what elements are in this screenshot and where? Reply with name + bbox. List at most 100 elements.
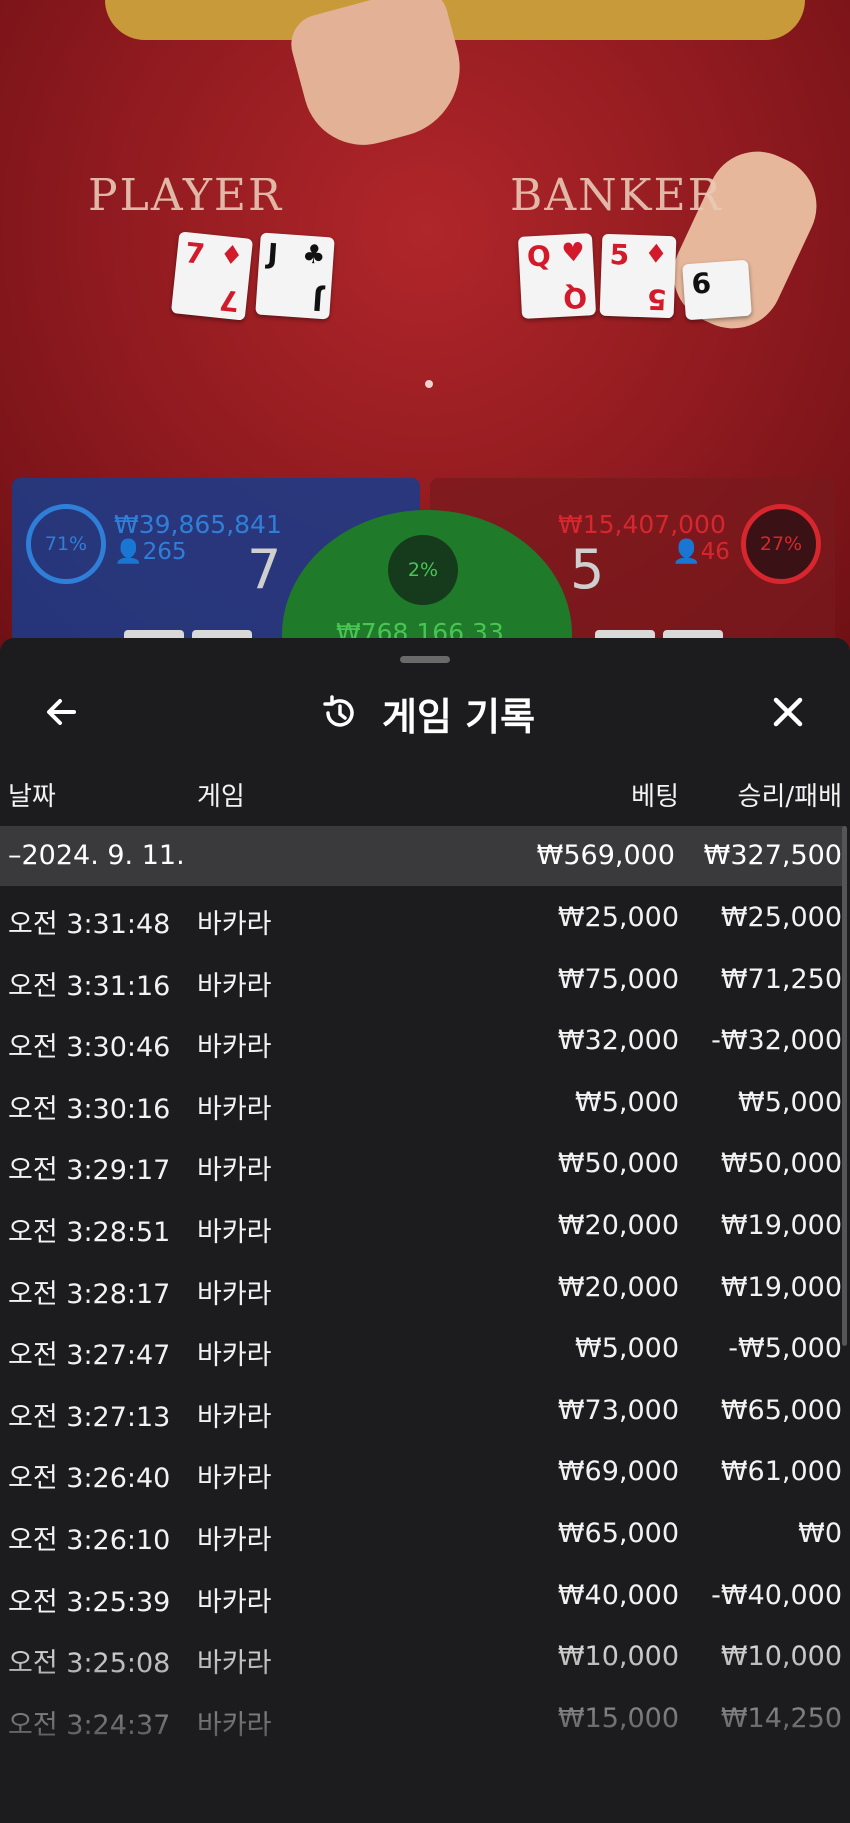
player-card-1: 7 ♦ 7 (170, 231, 254, 321)
row-bet: ₩65,000 (557, 1517, 679, 1549)
row-win-loss: ₩10,000 (720, 1641, 842, 1673)
group-win-total: ₩327,500 (703, 840, 842, 871)
tie-percent-ring: 2% (388, 535, 458, 605)
scrollbar[interactable] (842, 826, 847, 1346)
row-time: 오전 3:25:39 (8, 1586, 171, 1618)
history-row[interactable]: 오전 3:24:37 바카라 ₩15,000 ₩14,250 (0, 1689, 850, 1751)
table-marker-dot (425, 380, 433, 388)
history-clock-icon (323, 695, 354, 727)
table-header: 날짜 게임 베팅 승리/패배 (0, 768, 850, 820)
history-row[interactable]: 오전 3:30:16 바카라 ₩5,000 ₩5,000 (0, 1073, 850, 1135)
row-time: 오전 3:31:16 (8, 970, 171, 1002)
row-time: 오전 3:27:13 (8, 1401, 171, 1433)
drag-handle[interactable] (400, 656, 450, 663)
row-bet: ₩5,000 (575, 1086, 679, 1118)
row-game: 바카라 (197, 1463, 272, 1495)
row-game: 바카라 (197, 1155, 272, 1187)
arrow-left-icon[interactable] (40, 690, 84, 734)
row-bet: ₩15,000 (557, 1702, 679, 1734)
row-win-loss: ₩0 (798, 1517, 842, 1549)
group-bet-total: ₩569,000 (536, 840, 675, 871)
player-card-2: J ♣ J (255, 232, 335, 320)
row-win-loss: ₩61,000 (720, 1456, 842, 1488)
sheet-title: 게임 기록 (382, 694, 536, 739)
row-win-loss: ₩19,000 (720, 1209, 842, 1241)
game-history-sheet: 게임 기록 날짜 게임 베팅 승리/패배 –2024. 9. 11. ₩569,… (0, 638, 850, 1823)
row-bet: ₩75,000 (557, 963, 679, 995)
history-row[interactable]: 오전 3:30:46 바카라 ₩32,000 -₩32,000 (0, 1011, 850, 1073)
player-percent-ring: 71% (26, 504, 106, 584)
row-time: 오전 3:31:48 (8, 909, 171, 940)
row-game: 바카라 (197, 1032, 272, 1064)
row-win-loss: ₩19,000 (720, 1271, 842, 1303)
player-bettor-count: 👤265 (114, 539, 187, 565)
row-bet: ₩40,000 (557, 1579, 679, 1611)
person-icon: 👤 (114, 539, 143, 565)
col-date: 날짜 (8, 782, 56, 812)
history-row[interactable]: 오전 3:25:08 바카라 ₩10,000 ₩10,000 (0, 1627, 850, 1689)
row-game: 바카라 (197, 1340, 272, 1372)
banker-score: 5 (570, 538, 605, 601)
close-icon[interactable] (766, 690, 810, 734)
history-row[interactable]: 오전 3:26:10 바카라 ₩65,000 ₩0 (0, 1504, 850, 1566)
row-game: 바카라 (197, 1709, 272, 1741)
row-time: 오전 3:27:47 (8, 1340, 171, 1372)
banker-card-1: Q ♥ Q (517, 233, 597, 319)
row-time: 오전 3:26:10 (8, 1524, 171, 1556)
live-video-area: PLAYER BANKER 7 ♦ 7 J ♣ J Q ♥ Q 5 ♦ 5 6 71% ₩39,… (0, 0, 850, 660)
row-time: 오전 3:29:17 (8, 1155, 171, 1187)
col-bet: 베팅 (631, 782, 679, 812)
row-win-loss: ₩25,000 (720, 902, 842, 933)
row-bet: ₩10,000 (557, 1641, 679, 1673)
row-win-loss: ₩5,000 (738, 1086, 842, 1118)
sheet-title-group: 게임 기록 (320, 688, 536, 739)
row-time: 오전 3:28:17 (8, 1278, 171, 1310)
row-time: 오전 3:30:16 (8, 1093, 171, 1125)
history-row[interactable]: 오전 3:25:39 바카라 ₩40,000 -₩40,000 (0, 1566, 850, 1628)
history-row[interactable]: 오전 3:28:51 바카라 ₩20,000 ₩19,000 (0, 1196, 850, 1258)
player-score: 7 (247, 538, 282, 601)
row-bet: ₩5,000 (575, 1333, 679, 1365)
row-time: 오전 3:30:46 (8, 1032, 171, 1064)
sheet-header: 게임 기록 (0, 678, 850, 768)
row-win-loss: ₩50,000 (720, 1148, 842, 1180)
history-row[interactable]: 오전 3:31:16 바카라 ₩75,000 ₩71,250 (0, 950, 850, 1012)
history-row[interactable]: 오전 3:29:17 바카라 ₩50,000 ₩50,000 (0, 1134, 850, 1196)
player-bet-amount: ₩39,865,841 (114, 510, 282, 539)
row-game: 바카라 (197, 1278, 272, 1310)
row-time: 오전 3:28:51 (8, 1216, 171, 1248)
banker-zone-label: BANKER (510, 170, 723, 221)
row-time: 오전 3:24:37 (8, 1709, 171, 1741)
row-game: 바카라 (197, 1524, 272, 1556)
history-row[interactable]: 오전 3:31:48 바카라 ₩25,000 ₩25,000 (0, 888, 850, 950)
row-time: 오전 3:26:40 (8, 1463, 171, 1495)
history-row[interactable]: 오전 3:27:13 바카라 ₩73,000 ₩65,000 (0, 1381, 850, 1443)
row-game: 바카라 (197, 970, 272, 1002)
row-game: 바카라 (197, 1093, 272, 1125)
row-time: 오전 3:25:08 (8, 1648, 171, 1680)
player-zone-label: PLAYER (88, 170, 284, 221)
row-win-loss: -₩32,000 (711, 1025, 842, 1057)
dealer-left-arm (284, 0, 476, 159)
row-game: 바카라 (197, 1401, 272, 1433)
row-bet: ₩20,000 (557, 1209, 679, 1241)
row-bet: ₩32,000 (557, 1025, 679, 1057)
dealer-robe (105, 0, 805, 40)
banker-card-2: 5 ♦ 5 (599, 233, 677, 319)
history-list: 오전 3:31:48 바카라 ₩25,000 ₩25,000 오전 3:31:16 바카라… (0, 888, 850, 1750)
history-row[interactable]: 오전 3:26:40 바카라 ₩69,000 ₩61,000 (0, 1442, 850, 1504)
date-group-row[interactable]: –2024. 9. 11. ₩569,000 ₩327,500 (0, 826, 846, 886)
row-win-loss: -₩5,000 (728, 1333, 842, 1365)
banker-bettor-count: 👤46 (672, 539, 730, 565)
col-game: 게임 (197, 782, 245, 812)
row-game: 바카라 (197, 1586, 272, 1618)
row-win-loss: ₩71,250 (720, 963, 842, 995)
banker-percent-ring: 27% (741, 504, 821, 584)
row-bet: ₩69,000 (557, 1456, 679, 1488)
row-bet: ₩73,000 (557, 1394, 679, 1426)
history-row[interactable]: 오전 3:28:17 바카라 ₩20,000 ₩19,000 (0, 1258, 850, 1320)
history-row[interactable]: 오전 3:27:47 바카라 ₩5,000 -₩5,000 (0, 1319, 850, 1381)
row-game: 바카라 (197, 1648, 272, 1680)
row-game: 바카라 (197, 1216, 272, 1248)
row-win-loss: ₩14,250 (720, 1702, 842, 1734)
